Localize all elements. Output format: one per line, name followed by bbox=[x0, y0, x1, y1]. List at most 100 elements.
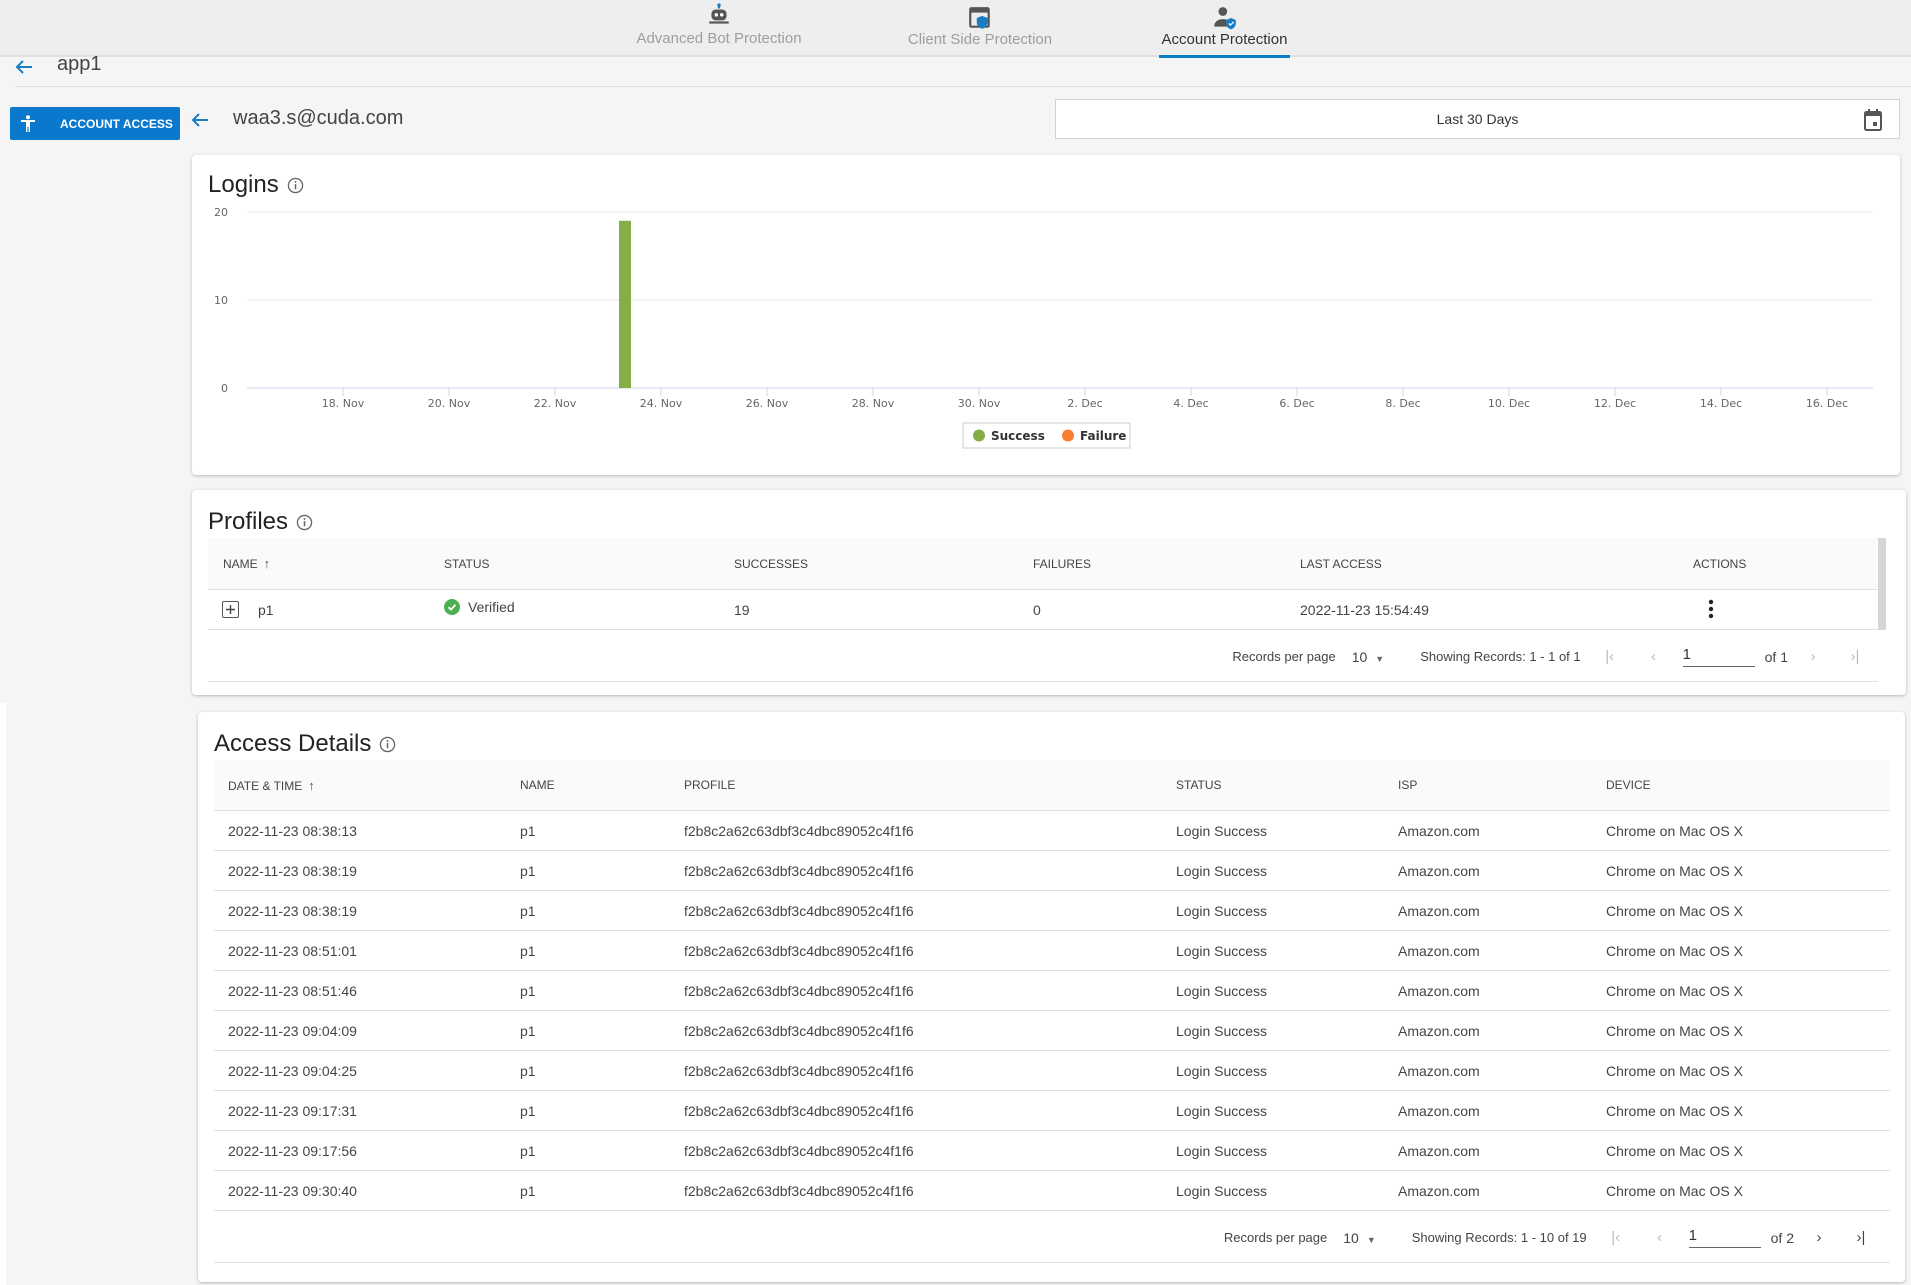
cell-name: p1 bbox=[520, 982, 536, 999]
first-page-button[interactable]: |‹ bbox=[1601, 1229, 1631, 1246]
x-tick-label: 16. Dec bbox=[1806, 397, 1848, 410]
logins-card: Logins 0 10 20 18. Nov 20. Nov 22. Nov 24. Nov… bbox=[192, 155, 1900, 475]
x-tick-label: 20. Nov bbox=[428, 397, 471, 410]
page-number-input[interactable] bbox=[1682, 646, 1755, 667]
info-icon[interactable] bbox=[296, 514, 313, 531]
table-row[interactable]: 2022-11-23 09:30:40 p1 f2b8c2a62c63dbf3c4d… bbox=[214, 1171, 1890, 1211]
last-page-button[interactable]: ›| bbox=[1840, 648, 1870, 665]
x-tick-label: 30. Nov bbox=[958, 397, 1001, 410]
caret-down-icon: ▼ bbox=[1366, 1234, 1376, 1245]
cell-profile: f2b8c2a62c63dbf3c4dbc89052c4f1f6 bbox=[684, 822, 914, 839]
column-header-failures[interactable]: FAILURES bbox=[1033, 557, 1091, 571]
previous-page-button[interactable]: ‹ bbox=[1645, 1229, 1675, 1246]
tab-client-side-protection[interactable]: Client Side Protection bbox=[898, 0, 1062, 57]
tab-advanced-bot-protection[interactable]: Advanced Bot Protection bbox=[628, 0, 810, 57]
column-header-status[interactable]: STATUS bbox=[1176, 778, 1222, 792]
tab-label: Advanced Bot Protection bbox=[636, 30, 802, 47]
first-page-button[interactable]: |‹ bbox=[1595, 648, 1625, 665]
x-tick-label: 4. Dec bbox=[1173, 397, 1208, 410]
column-header-status[interactable]: STATUS bbox=[444, 557, 490, 571]
cell-status: Login Success bbox=[1176, 862, 1268, 879]
cell-name: p1 bbox=[520, 822, 536, 839]
previous-page-button[interactable]: ‹ bbox=[1639, 648, 1669, 665]
page-count: of 2 bbox=[1770, 1229, 1794, 1246]
row-actions-menu-button[interactable] bbox=[1708, 599, 1714, 622]
cell-isp: Amazon.com bbox=[1398, 822, 1480, 839]
column-header-device[interactable]: DEVICE bbox=[1606, 778, 1651, 792]
cell-status: Login Success bbox=[1176, 982, 1268, 999]
column-header-name[interactable]: NAME bbox=[520, 778, 555, 792]
table-row[interactable]: 2022-11-23 08:51:01 p1 f2b8c2a62c63dbf3c4d… bbox=[214, 931, 1890, 971]
back-to-apps-button[interactable] bbox=[14, 57, 34, 81]
last-page-button[interactable]: ›| bbox=[1846, 1229, 1876, 1246]
table-row[interactable]: 2022-11-23 08:38:13 p1 f2b8c2a62c63dbf3c4d… bbox=[214, 811, 1890, 851]
info-icon[interactable] bbox=[379, 736, 396, 753]
cell-isp: Amazon.com bbox=[1398, 942, 1480, 959]
cell-status: Login Success bbox=[1176, 1182, 1268, 1199]
check-circle-icon bbox=[444, 599, 460, 615]
column-header-name[interactable]: NAME ↑ bbox=[223, 556, 270, 571]
cell-datetime: 2022-11-23 09:17:31 bbox=[228, 1102, 357, 1119]
column-header-date-time[interactable]: DATE & TIME ↑ bbox=[228, 778, 315, 793]
back-to-account-button[interactable] bbox=[190, 110, 210, 134]
records-per-page-value: 10 bbox=[1343, 1229, 1359, 1246]
column-header-last-access[interactable]: LAST ACCESS bbox=[1300, 557, 1382, 571]
cell-profile: f2b8c2a62c63dbf3c4dbc89052c4f1f6 bbox=[684, 862, 914, 879]
cell-datetime: 2022-11-23 09:30:40 bbox=[228, 1182, 357, 1199]
bar-success[interactable] bbox=[619, 220, 631, 388]
sort-ascending-icon: ↑ bbox=[308, 777, 315, 793]
cell-profile: f2b8c2a62c63dbf3c4dbc89052c4f1f6 bbox=[684, 1062, 914, 1079]
table-row[interactable]: 2022-11-23 09:04:25 p1 f2b8c2a62c63dbf3c4d… bbox=[214, 1051, 1890, 1091]
date-range-picker[interactable]: Last 30 Days bbox=[1055, 99, 1900, 139]
cell-isp: Amazon.com bbox=[1398, 1182, 1480, 1199]
legend-item-failure[interactable]: Failure bbox=[1080, 429, 1126, 443]
profiles-pager-row: Records per page 10 ▼ Showing Records: 1 … bbox=[208, 630, 1878, 682]
table-row[interactable]: 2022-11-23 08:51:46 p1 f2b8c2a62c63dbf3c4d… bbox=[214, 971, 1890, 1011]
cell-status: Login Success bbox=[1176, 1062, 1268, 1079]
access-pagination: Records per page 10 ▼ Showing Records: 1 … bbox=[1224, 1227, 1876, 1248]
cell-status: Login Success bbox=[1176, 1022, 1268, 1039]
expand-row-button[interactable] bbox=[222, 601, 239, 621]
account-access-button[interactable]: ACCOUNT ACCESS bbox=[10, 107, 180, 140]
records-per-page-select[interactable]: 10 ▼ bbox=[1343, 1230, 1376, 1246]
cell-isp: Amazon.com bbox=[1398, 1022, 1480, 1039]
cell-datetime: 2022-11-23 08:38:19 bbox=[228, 862, 357, 879]
column-header-profile[interactable]: PROFILE bbox=[684, 778, 735, 792]
cell-profile: f2b8c2a62c63dbf3c4dbc89052c4f1f6 bbox=[684, 942, 914, 959]
table-row[interactable]: 2022-11-23 08:38:19 p1 f2b8c2a62c63dbf3c4d… bbox=[214, 851, 1890, 891]
tab-account-protection[interactable]: Account Protection bbox=[1159, 0, 1290, 58]
cell-name: p1 bbox=[520, 1062, 536, 1079]
cell-isp: Amazon.com bbox=[1398, 1102, 1480, 1119]
calendar-icon[interactable] bbox=[1863, 109, 1883, 131]
page-number-input[interactable] bbox=[1688, 1227, 1761, 1248]
table-row[interactable]: 2022-11-23 08:38:19 p1 f2b8c2a62c63dbf3c4d… bbox=[214, 891, 1890, 931]
column-header-successes[interactable]: SUCCESSES bbox=[734, 557, 808, 571]
profiles-card: Profiles NAME ↑ STATUS SUCCESSES FAILURES… bbox=[192, 490, 1906, 695]
active-tab-indicator bbox=[1159, 55, 1290, 58]
column-header-isp[interactable]: ISP bbox=[1398, 778, 1417, 792]
x-tick-label: 26. Nov bbox=[746, 397, 789, 410]
sort-ascending-icon: ↑ bbox=[263, 556, 271, 571]
table-row[interactable]: 2022-11-23 09:17:56 p1 f2b8c2a62c63dbf3c4d… bbox=[214, 1131, 1890, 1171]
table-row[interactable]: 2022-11-23 09:04:09 p1 f2b8c2a62c63dbf3c4d… bbox=[214, 1011, 1890, 1051]
profile-status: Verified bbox=[444, 599, 515, 615]
cell-datetime: 2022-11-23 08:38:19 bbox=[228, 902, 357, 919]
tab-label: Account Protection bbox=[1161, 31, 1288, 48]
records-per-page-select[interactable]: 10 ▼ bbox=[1352, 649, 1385, 665]
app-name: app1 bbox=[57, 53, 102, 75]
column-header-label: DATE & TIME bbox=[228, 778, 303, 793]
table-scrollbar[interactable] bbox=[1878, 538, 1886, 630]
access-details-card: Access Details DATE & TIME ↑ NAME PROFILE… bbox=[198, 712, 1905, 1282]
legend-item-success[interactable]: Success bbox=[991, 429, 1045, 443]
legend-marker-success[interactable] bbox=[973, 429, 985, 442]
access-table-body: 2022-11-23 08:38:13 p1 f2b8c2a62c63dbf3c4d… bbox=[214, 811, 1890, 1211]
table-row[interactable]: 2022-11-23 09:17:31 p1 f2b8c2a62c63dbf3c4d… bbox=[214, 1091, 1890, 1131]
cell-datetime: 2022-11-23 09:04:09 bbox=[228, 1022, 357, 1039]
date-range-value: Last 30 Days bbox=[1436, 111, 1519, 127]
legend-marker-failure[interactable] bbox=[1062, 429, 1074, 442]
cell-device: Chrome on Mac OS X bbox=[1606, 822, 1743, 839]
next-page-button[interactable]: › bbox=[1804, 1229, 1834, 1246]
profiles-table-header: NAME ↑ STATUS SUCCESSES FAILURES LAST ACC… bbox=[208, 538, 1878, 590]
y-tick-label: 0 bbox=[221, 382, 228, 395]
next-page-button[interactable]: › bbox=[1798, 648, 1828, 665]
